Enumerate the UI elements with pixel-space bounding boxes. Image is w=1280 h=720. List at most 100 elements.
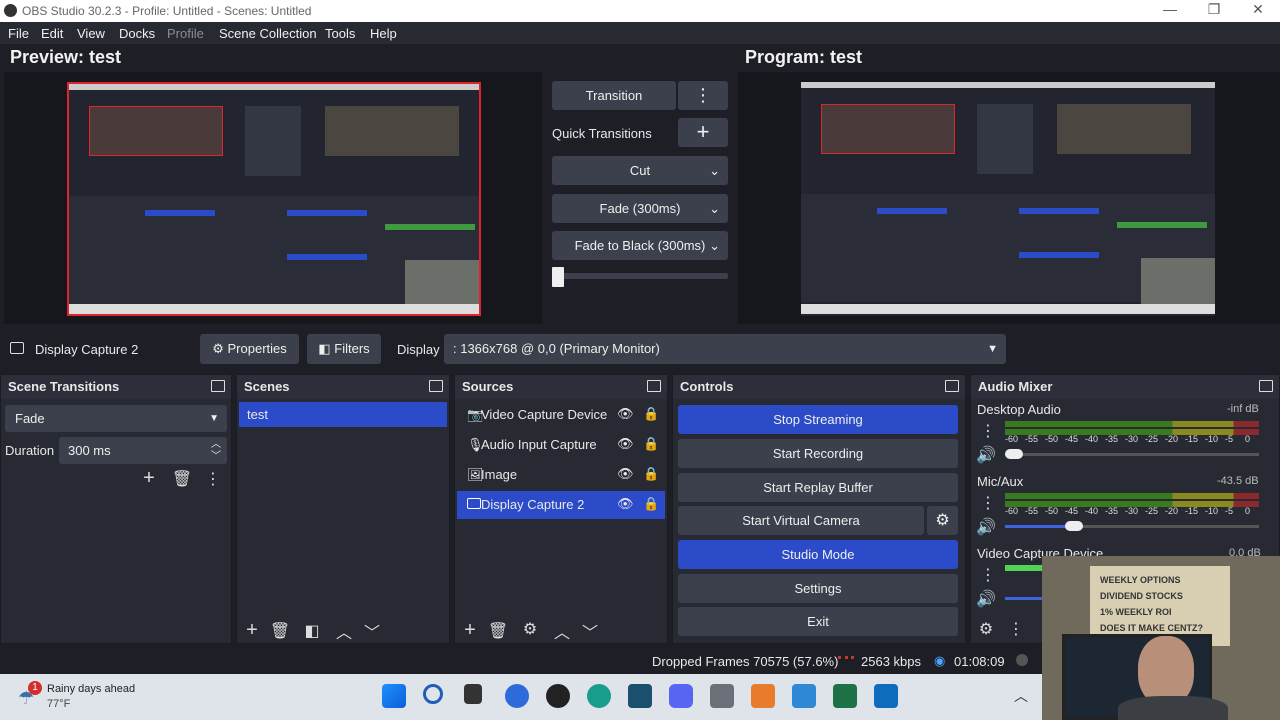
speaker-icon[interactable]: 🔊: [975, 517, 997, 537]
start-replay-buffer-button[interactable]: Start Replay Buffer: [678, 473, 958, 502]
menu-profile[interactable]: Profile: [167, 26, 204, 41]
t-bar-handle[interactable]: [552, 267, 564, 287]
discord-icon[interactable]: [669, 684, 693, 708]
volume-handle[interactable]: [1065, 521, 1083, 531]
speaker-icon[interactable]: 🔊: [975, 445, 997, 465]
more-options-icon[interactable]: ⋮: [202, 469, 224, 489]
preview-canvas[interactable]: [4, 72, 542, 324]
maximize-icon[interactable]: ❐: [1204, 1, 1224, 18]
channel-menu-icon[interactable]: ⋮: [977, 421, 999, 441]
menu-tools[interactable]: Tools: [325, 26, 355, 41]
lock-icon[interactable]: 🔒: [643, 466, 659, 482]
obs-icon[interactable]: [546, 684, 570, 708]
trash-icon[interactable]: 🗑: [487, 621, 509, 641]
program-output: [801, 82, 1215, 316]
add-scene-icon[interactable]: +: [241, 619, 263, 642]
volume-slider[interactable]: [1005, 453, 1259, 456]
undock-icon[interactable]: [1259, 380, 1273, 392]
undock-icon[interactable]: [211, 380, 225, 392]
dropdown-arrow-icon: ▼: [987, 343, 998, 355]
transition-button[interactable]: Transition: [552, 81, 676, 110]
display-select[interactable]: : 1366x768 @ 0,0 (Primary Monitor) ▼: [444, 334, 1006, 364]
source-item[interactable]: 🎙 Audio Input Capture 👁 🔒: [457, 431, 665, 459]
eye-icon[interactable]: 👁: [617, 496, 634, 512]
menu-edit[interactable]: Edit: [41, 26, 63, 41]
source-item[interactable]: 📷 Video Capture Device 👁 🔒: [457, 401, 665, 429]
lock-icon[interactable]: 🔒: [643, 406, 659, 422]
scene-filters-icon[interactable]: ◧: [301, 621, 323, 641]
eye-icon[interactable]: 👁: [617, 466, 634, 482]
stepper-down-icon[interactable]: ﹀: [211, 443, 221, 470]
menu-help[interactable]: Help: [370, 26, 397, 41]
start-recording-button[interactable]: Start Recording: [678, 439, 958, 468]
channel-menu-icon[interactable]: ⋮: [977, 493, 999, 513]
minimize-icon[interactable]: —: [1160, 1, 1180, 17]
add-quick-transition-button[interactable]: +: [678, 118, 728, 147]
menu-file[interactable]: File: [8, 26, 29, 41]
source-item-selected[interactable]: Display Capture 2 👁 🔒: [457, 491, 665, 519]
preview-source-frame[interactable]: [67, 82, 481, 316]
app-icon[interactable]: [628, 684, 652, 708]
undock-icon[interactable]: [647, 380, 661, 392]
move-up-icon[interactable]: ︿: [333, 619, 355, 643]
trash-icon[interactable]: 🗑: [171, 469, 193, 489]
add-transition-icon[interactable]: +: [138, 467, 160, 490]
zoom-icon[interactable]: [505, 684, 529, 708]
gear-icon[interactable]: ⚙: [519, 619, 541, 639]
undock-icon[interactable]: [945, 380, 959, 392]
add-source-icon[interactable]: +: [459, 619, 481, 642]
edge-icon[interactable]: [587, 684, 611, 708]
close-icon[interactable]: ✕: [1248, 1, 1268, 18]
scene-item-test[interactable]: test: [239, 402, 447, 427]
move-down-icon[interactable]: ﹀: [361, 619, 383, 643]
monitor-icon: [10, 342, 24, 354]
duration-stepper[interactable]: 300 ms ︿ ﹀: [59, 437, 227, 464]
volume-handle[interactable]: [1005, 449, 1023, 459]
meter-scale-label: -15: [1185, 506, 1199, 516]
studio-mode-button[interactable]: Studio Mode: [678, 540, 958, 569]
lock-icon[interactable]: 🔒: [643, 496, 659, 512]
excel-icon[interactable]: [833, 684, 857, 708]
move-up-icon[interactable]: ︿: [551, 619, 573, 643]
transition-type-select[interactable]: Fade ▼: [5, 405, 227, 432]
level-meter: [1005, 493, 1259, 499]
settings-button[interactable]: Settings: [678, 574, 958, 603]
quick-transition-cut[interactable]: Cut ⌄: [552, 156, 728, 185]
exit-button[interactable]: Exit: [678, 607, 958, 636]
photos-icon[interactable]: [792, 684, 816, 708]
outlook-icon[interactable]: [874, 684, 898, 708]
tray-chevron-icon[interactable]: ︿: [1014, 686, 1028, 706]
transition-more-icon[interactable]: ⋮: [678, 81, 728, 110]
quick-transition-fade-black[interactable]: Fade to Black (300ms) ⌄: [552, 231, 728, 260]
filters-button[interactable]: ◧ Filters: [307, 334, 381, 364]
quick-transition-fade[interactable]: Fade (300ms) ⌄: [552, 194, 728, 223]
trash-icon[interactable]: 🗑: [269, 621, 291, 641]
windows-start-icon[interactable]: [382, 684, 406, 708]
eye-icon[interactable]: 👁: [617, 406, 634, 422]
calculator-icon[interactable]: [710, 684, 734, 708]
move-down-icon[interactable]: ﹀: [579, 619, 601, 643]
undock-icon[interactable]: [429, 380, 443, 392]
mixer-gear-icon[interactable]: ⚙: [975, 619, 997, 639]
menu-scene-collection[interactable]: Scene Collection: [219, 26, 317, 41]
lock-icon[interactable]: 🔒: [643, 436, 659, 452]
channel-menu-icon[interactable]: ⋮: [977, 565, 999, 585]
search-icon[interactable]: [423, 684, 443, 704]
task-view-icon[interactable]: [464, 684, 482, 704]
mixer-menu-icon[interactable]: ⋮: [1005, 619, 1027, 639]
menu-docks[interactable]: Docks: [119, 26, 155, 41]
source-item[interactable]: 🖼 Image 👁 🔒: [457, 461, 665, 489]
virtual-camera-settings-icon[interactable]: ⚙: [927, 506, 958, 535]
menu-view[interactable]: View: [77, 26, 105, 41]
speaker-icon[interactable]: 🔊: [975, 589, 997, 609]
stop-streaming-button[interactable]: Stop Streaming: [678, 405, 958, 434]
preview-title: Preview: test: [10, 47, 122, 67]
eye-icon[interactable]: 👁: [617, 436, 634, 452]
properties-button[interactable]: ⚙ Properties: [200, 334, 299, 364]
snipping-tool-icon[interactable]: [751, 684, 775, 708]
t-bar-track[interactable]: [552, 273, 728, 279]
start-virtual-camera-button[interactable]: Start Virtual Camera: [678, 506, 924, 535]
selected-source-name: Display Capture 2: [35, 342, 139, 357]
meter-scale-label: -30: [1125, 434, 1139, 444]
weather-text[interactable]: Rainy days ahead: [47, 683, 135, 695]
